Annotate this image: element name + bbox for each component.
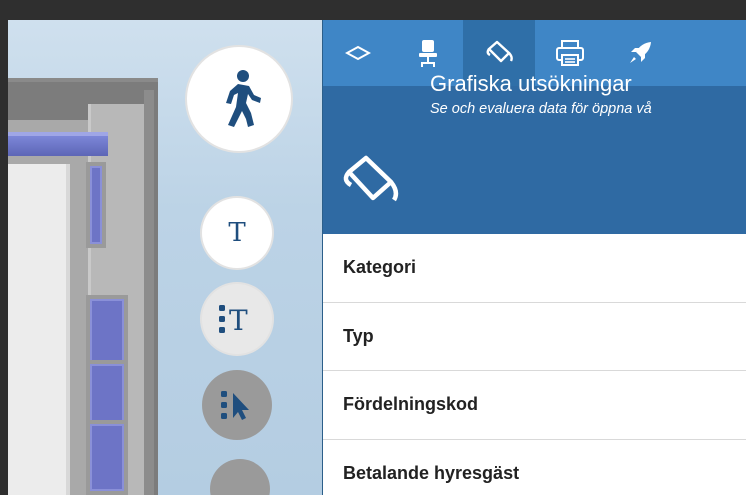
side-panel: Grafiska utsökningar Se och evaluera dat… <box>322 20 746 495</box>
building-window-ledge <box>8 132 108 156</box>
office-chair-icon <box>419 40 437 67</box>
printer-icon <box>556 40 584 66</box>
tab-layers[interactable] <box>323 20 393 86</box>
field-type[interactable]: Typ <box>323 302 746 371</box>
top-bar <box>0 0 746 20</box>
building-wall-edge <box>144 90 154 495</box>
text-list-icon: T <box>219 304 248 336</box>
filter-field-list: Kategori Typ Fördelningskod Betalande hy… <box>323 234 746 495</box>
field-paying-tenant[interactable]: Betalande hyresgäst <box>323 439 746 495</box>
text-label-button[interactable]: T <box>202 198 272 268</box>
walking-person-icon <box>226 70 261 127</box>
building-interior <box>8 164 70 495</box>
paint-bucket-icon <box>486 40 513 63</box>
panel-subtitle: Se och evaluera data för öppna vå <box>430 101 652 117</box>
walk-mode-button[interactable] <box>187 47 291 151</box>
building-window <box>86 420 128 495</box>
text-list-button[interactable]: T <box>202 284 272 354</box>
field-category[interactable]: Kategori <box>323 234 746 303</box>
field-distribution-code[interactable]: Fördelningskod <box>323 371 746 440</box>
panel-title: Grafiska utsökningar <box>430 71 632 96</box>
paint-bucket-icon <box>343 155 399 202</box>
rocket-icon <box>630 42 651 63</box>
select-cursor-icon <box>221 391 249 420</box>
svg-text:T: T <box>229 304 248 336</box>
building-window <box>86 162 106 248</box>
text-icon: T <box>228 218 246 248</box>
select-list-button[interactable] <box>202 370 272 440</box>
layers-icon <box>345 45 371 61</box>
